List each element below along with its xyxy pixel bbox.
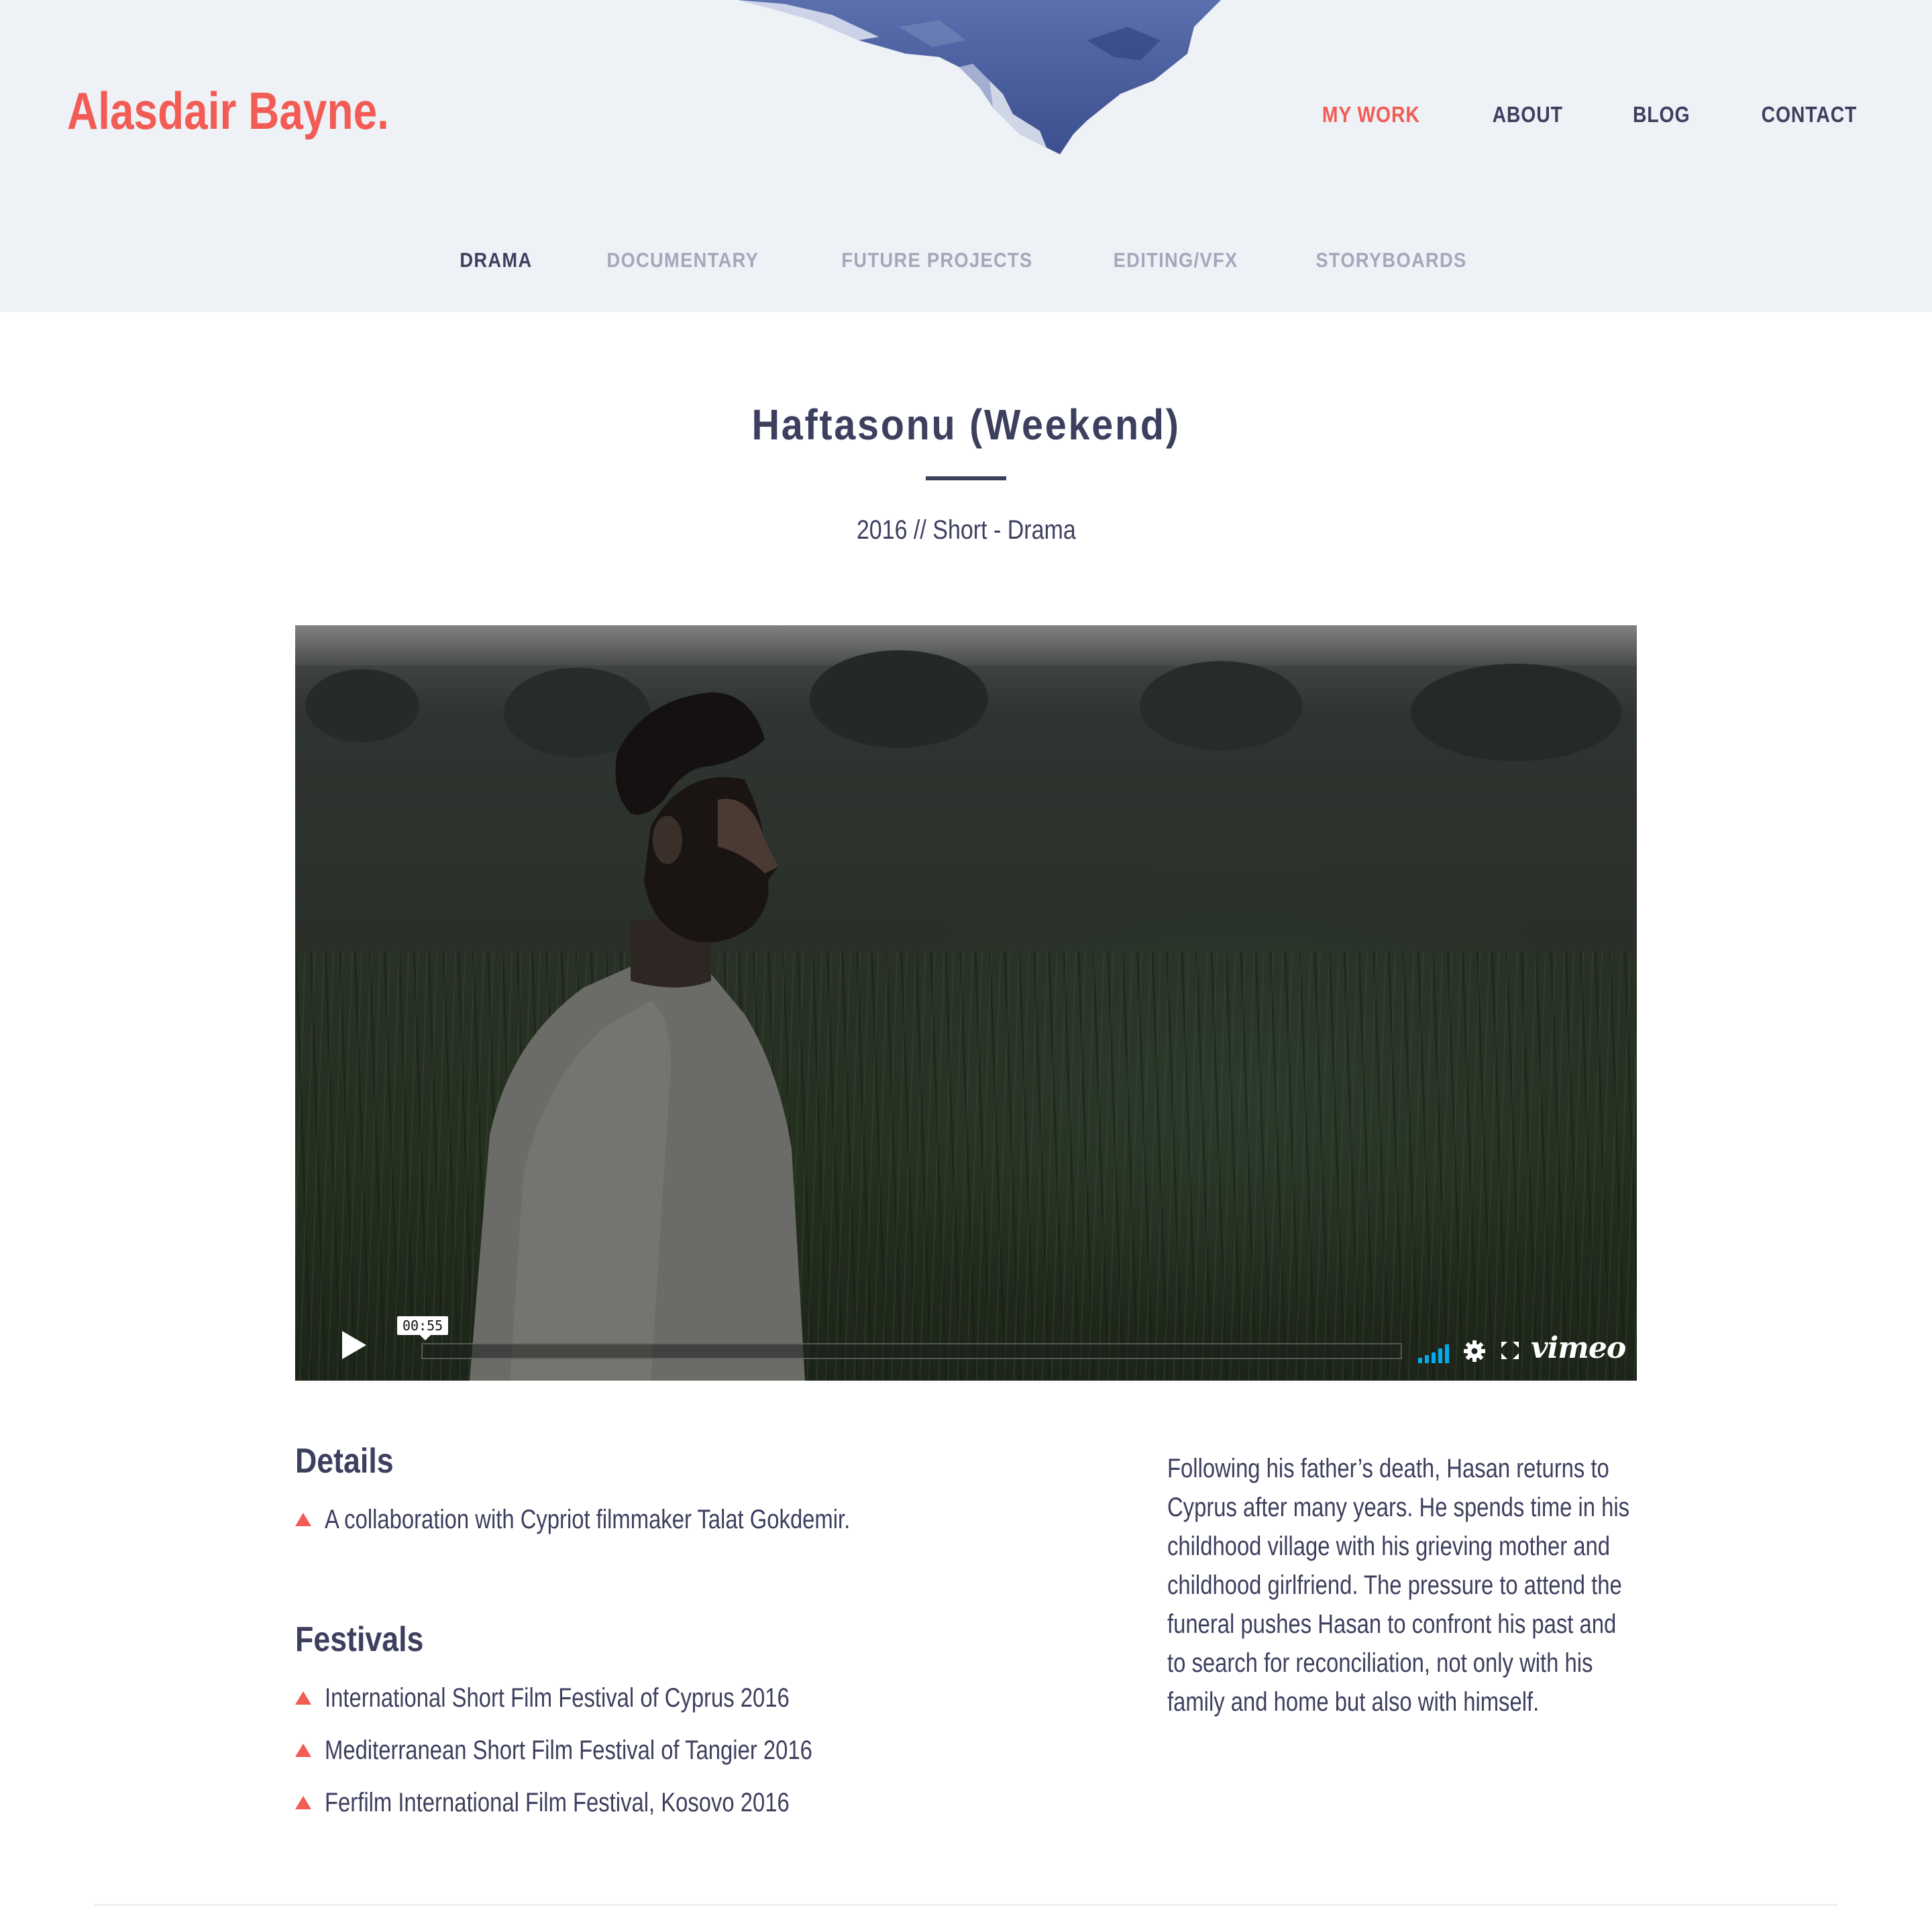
gear-icon[interactable] — [1462, 1339, 1487, 1363]
tab-drama[interactable]: DRAMA — [460, 248, 533, 272]
site-header: Alasdair Bayne. MY WORK ABOUT BLOG CONTA… — [0, 0, 1932, 312]
nav-about[interactable]: ABOUT — [1493, 102, 1563, 127]
list-item: Ferfilm International Film Festival, Kos… — [295, 1776, 1033, 1829]
film-header: Haftasonu (Weekend) 2016 // Short - Dram… — [0, 400, 1932, 545]
nav-blog[interactable]: BLOG — [1633, 102, 1690, 127]
synopsis-text: Following his father’s death, Hasan retu… — [1167, 1454, 1630, 1717]
film-meta: 2016 // Short - Drama — [856, 515, 1076, 545]
festivals-section: Festivals International Short Film Festi… — [295, 1619, 1033, 1829]
details-list: A collaboration with Cypriot filmmaker T… — [295, 1493, 1033, 1546]
title-divider — [926, 476, 1006, 480]
fullscreen-icon[interactable] — [1500, 1340, 1520, 1361]
festivals-heading: Festivals — [295, 1620, 424, 1659]
list-item-text: A collaboration with Cypriot filmmaker T… — [325, 1504, 851, 1534]
details-heading: Details — [295, 1442, 394, 1481]
triangle-bullet-icon — [295, 1691, 311, 1705]
tab-future-projects[interactable]: FUTURE PROJECTS — [841, 248, 1032, 272]
tab-storyboards[interactable]: STORYBOARDS — [1316, 248, 1466, 272]
list-item: A collaboration with Cypriot filmmaker T… — [295, 1493, 1033, 1546]
video-frame — [295, 625, 1637, 1381]
list-item-text: International Short Film Festival of Cyp… — [325, 1683, 790, 1713]
category-nav: DRAMA DOCUMENTARY FUTURE PROJECTS EDITIN… — [0, 248, 1932, 272]
tab-editing-vfx[interactable]: EDITING/VFX — [1113, 248, 1238, 272]
nav-my-work[interactable]: MY WORK — [1322, 102, 1420, 127]
video-person — [470, 692, 805, 1381]
nav-contact[interactable]: CONTACT — [1762, 102, 1858, 127]
triangle-bullet-icon — [295, 1744, 311, 1757]
video-player[interactable]: 00:55 vimeo — [295, 625, 1637, 1381]
volume-icon[interactable] — [1417, 1340, 1450, 1363]
triangle-bullet-icon — [295, 1513, 311, 1526]
progress-bar[interactable] — [421, 1343, 1402, 1359]
details-column: Details A collaboration with Cypriot fil… — [295, 1441, 1033, 1829]
footer-divider — [94, 1904, 1838, 1906]
synopsis-column: Following his father’s death, Hasan retu… — [1167, 1449, 1650, 1721]
mountain-illustration — [738, 0, 1221, 154]
video-controls: 00:55 vimeo — [295, 1300, 1637, 1381]
film-title: Haftasonu (Weekend) — [751, 401, 1181, 449]
list-item-text: Ferfilm International Film Festival, Kos… — [325, 1787, 790, 1817]
main-nav: MY WORK ABOUT BLOG CONTACT — [1255, 102, 1865, 127]
triangle-bullet-icon — [295, 1796, 311, 1809]
list-item: Mediterranean Short Film Festival of Tan… — [295, 1724, 1033, 1776]
play-icon[interactable] — [335, 1327, 372, 1363]
time-tooltip: 00:55 — [397, 1316, 449, 1340]
list-item: International Short Film Festival of Cyp… — [295, 1672, 1033, 1724]
tab-documentary[interactable]: DOCUMENTARY — [607, 248, 759, 272]
site-logo[interactable]: Alasdair Bayne. — [67, 81, 389, 142]
list-item-text: Mediterranean Short Film Festival of Tan… — [325, 1735, 812, 1765]
festivals-list: International Short Film Festival of Cyp… — [295, 1672, 1033, 1829]
vimeo-logo[interactable]: vimeo — [1531, 1331, 1626, 1365]
